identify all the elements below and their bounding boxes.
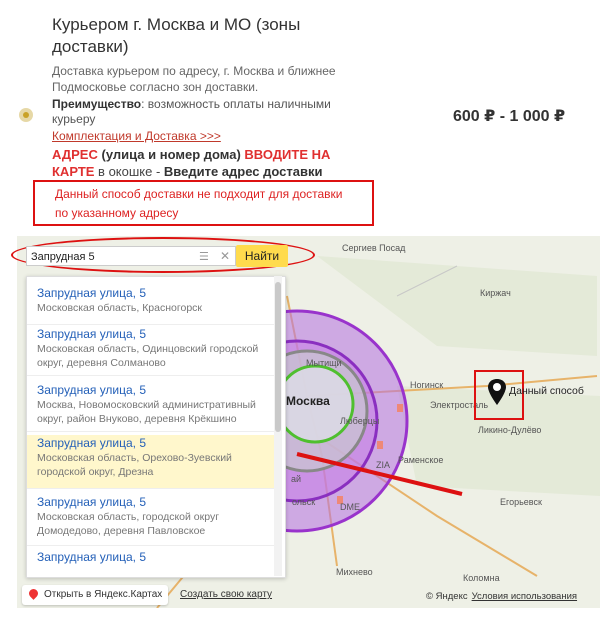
label-ramenskoe: Раменское (398, 455, 444, 465)
label-dolsk: ольск (292, 497, 316, 507)
label-moscow: Москва (286, 394, 330, 408)
label-lyubertsy: Люберцы (340, 416, 380, 426)
suggestion-title: Запрудная улица, 5 (37, 495, 147, 509)
suggestion-item-highlighted[interactable]: Запрудная улица, 5 Московская область, О… (27, 435, 275, 489)
suggestion-title: Запрудная улица, 5 (37, 286, 147, 300)
delivery-radio-button[interactable] (19, 108, 33, 122)
map-balloon: Данный способ (509, 385, 584, 397)
suggestion-title: Запрудная улица, 5 (37, 327, 147, 341)
suggestion-item[interactable]: Запрудная улица, 5 Москва, Новомосковски… (27, 382, 275, 432)
suggestion-item[interactable]: Запрудная улица, 5 (27, 549, 275, 577)
suggestions-scrollbar[interactable] (274, 276, 282, 576)
delivery-title: Курьером г. Москва и МО (зоны доставки) (52, 15, 301, 56)
suggestion-title: Запрудная улица, 5 (37, 436, 147, 450)
suggestion-subtitle: Московская область, Одинцовский городско… (37, 343, 259, 369)
suggestions-dropdown: Запрудная улица, 5 Московская область, К… (26, 276, 286, 578)
delivery-advantage: Преимущество: возможность оплаты наличны… (52, 97, 362, 127)
label-noginsk: Ногинск (410, 380, 444, 390)
suggestion-subtitle: Москва, Новомосковский административный … (37, 399, 256, 425)
search-button[interactable]: Найти (236, 245, 288, 267)
label-zia: ZIA (376, 460, 391, 470)
suggestion-item[interactable]: Запрудная улица, 5 Московская область, О… (27, 326, 275, 376)
location-marker-icon[interactable] (487, 378, 507, 406)
label-mytishchi: Мытищи (306, 358, 342, 368)
delivery-info-link[interactable]: Комплектация и Доставка >>> (52, 129, 221, 143)
label-ai: ай (291, 474, 302, 484)
label-mikhnevo: Михнево (336, 567, 373, 577)
label-likino: Ликино-Дулёво (478, 425, 542, 435)
suggestion-subtitle: Московская область, городской округ Домо… (37, 511, 220, 537)
list-icon[interactable]: ☰ (199, 250, 209, 263)
suggestion-subtitle: Московская область, Красногорск (37, 302, 203, 314)
copyright-text: © Яндекс (426, 591, 468, 602)
delivery-warning: Данный способ доставки не подходит для д… (33, 180, 374, 226)
label-sergiev: Сергиев Посад (342, 243, 406, 253)
clear-icon[interactable]: ✕ (220, 249, 230, 263)
suggestion-item[interactable]: Запрудная улица, 5 Московская область, г… (27, 494, 275, 546)
open-in-maps-button[interactable]: Открыть в Яндекс.Картах (22, 585, 169, 605)
map-copyright: © Яндекс Условия использования (426, 591, 577, 602)
label-egorevsk: Егорьевск (500, 497, 542, 507)
delivery-price: 600 ₽ - 1 000 ₽ (453, 108, 566, 125)
advantage-label: Преимущество (52, 97, 142, 111)
label-dme: DME (340, 502, 360, 512)
suggestion-title: Запрудная улица, 5 (37, 383, 147, 397)
label-kirzhach: Киржач (480, 288, 511, 298)
addr-part5: Введите адрес доставки (163, 164, 323, 179)
create-map-link[interactable]: Создать свою карту (180, 589, 272, 600)
address-instructions: АДРЕС (улица и номер дома) ВВОДИТЕ НА КА… (52, 146, 362, 180)
suggestion-title: Запрудная улица, 5 (37, 550, 147, 564)
terms-link[interactable]: Условия использования (472, 591, 577, 602)
label-kolomna: Коломна (463, 573, 500, 583)
addr-part1: АДРЕС (52, 147, 98, 162)
suggestion-subtitle: Московская область, Орехово-Зуевский гор… (37, 452, 232, 478)
addr-part4: в окошке - (94, 164, 164, 179)
suggestion-item[interactable]: Запрудная улица, 5 Московская область, К… (27, 285, 275, 325)
addr-part2: (улица и номер дома) (97, 147, 245, 162)
delivery-description: Доставка курьером по адресу, г. Москва и… (52, 64, 336, 94)
